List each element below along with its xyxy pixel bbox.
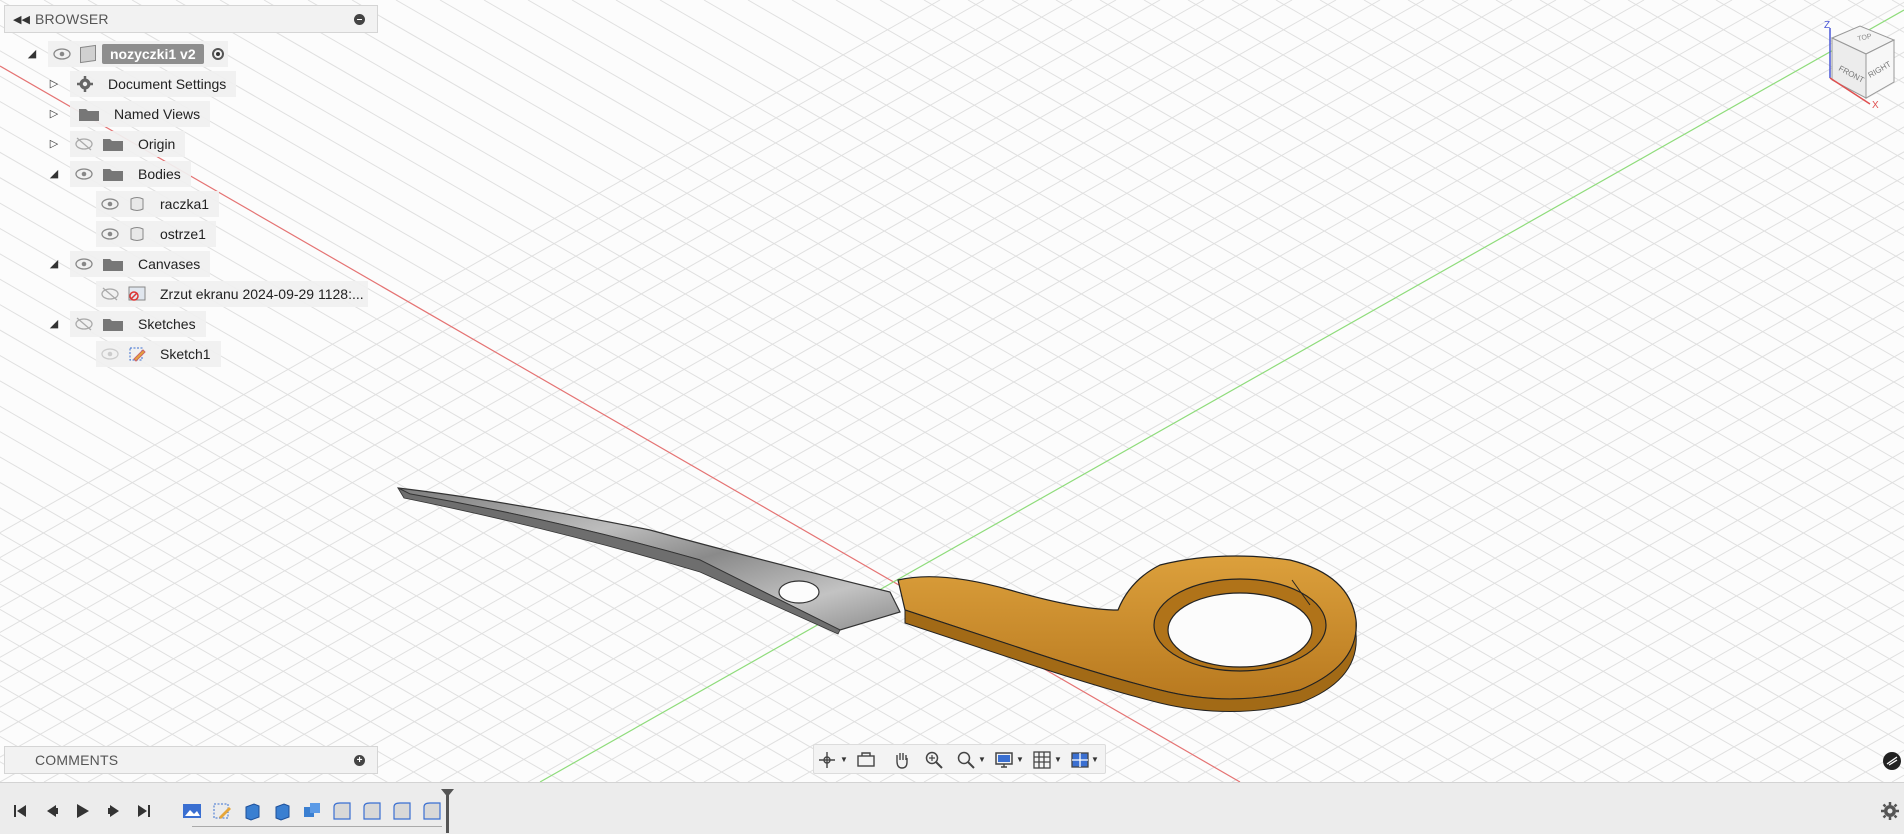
dropdown-arrow-icon[interactable]: ▼ — [1054, 755, 1062, 764]
comments-title: COMMENTS — [35, 752, 119, 768]
browser-title: BROWSER — [35, 11, 109, 27]
gear-icon — [77, 76, 93, 92]
view-cube[interactable]: TOP FRONT RIGHT Z X — [1808, 18, 1898, 108]
zoom-icon[interactable] — [924, 750, 944, 770]
navigation-toolbar: ▼ ▼ ▼ ▼ ▼ — [813, 744, 1106, 774]
eye-hidden-icon[interactable] — [74, 137, 94, 151]
sketch-icon — [129, 347, 146, 362]
expanded-triangle-icon[interactable]: ◢ — [26, 48, 38, 60]
ground-grid — [0, 0, 1904, 782]
add-comment-icon[interactable]: + — [354, 755, 365, 766]
folder-icon — [103, 319, 123, 331]
eye-icon[interactable] — [74, 167, 94, 181]
body-icon — [130, 197, 144, 211]
root-component-icon — [80, 44, 96, 64]
display-settings-icon[interactable] — [1883, 752, 1901, 770]
tree-item-named-views[interactable]: ▷ Named Views — [48, 101, 211, 127]
fillet-feature-icon[interactable] — [332, 801, 352, 821]
tree-item-canvas-image[interactable]: Zrzut ekranu 2024-09-29 1128:... — [96, 281, 368, 307]
expanded-triangle-icon[interactable]: ◢ — [48, 258, 60, 270]
sketch-feature-icon[interactable] — [212, 801, 232, 821]
step-back-icon[interactable] — [44, 803, 60, 819]
fillet-feature-icon[interactable] — [362, 801, 382, 821]
go-to-end-icon[interactable] — [136, 803, 152, 819]
tree-item-label: raczka1 — [160, 196, 210, 212]
go-to-start-icon[interactable] — [12, 803, 28, 819]
dropdown-arrow-icon[interactable]: ▼ — [840, 755, 848, 764]
tree-item-raczka1[interactable]: raczka1 — [96, 191, 220, 217]
expanded-triangle-icon[interactable]: ◢ — [48, 168, 60, 180]
x-axis-label: X — [1872, 100, 1879, 108]
timeline-bar — [0, 782, 1904, 834]
tree-item-label: Canvases — [138, 256, 201, 272]
fillet-feature-icon[interactable] — [392, 801, 412, 821]
combine-feature-icon[interactable] — [302, 801, 322, 821]
dropdown-arrow-icon[interactable]: ▼ — [1016, 755, 1024, 764]
tree-item-label: Sketch1 — [160, 346, 211, 362]
tree-item-label: Document Settings — [108, 76, 227, 92]
tree-item-label: Named Views — [114, 106, 201, 122]
viewports-icon[interactable] — [1070, 750, 1090, 770]
collapsed-triangle-icon[interactable]: ▷ — [48, 108, 60, 120]
timeline-track — [192, 826, 442, 827]
folder-icon — [79, 109, 99, 121]
folder-icon — [103, 139, 123, 151]
collapse-panel-icon[interactable]: ◀◀ — [13, 13, 30, 26]
eye-icon[interactable] — [100, 197, 120, 211]
timeline-settings-gear-icon[interactable] — [1880, 801, 1900, 821]
canvas-feature-icon[interactable] — [182, 801, 202, 821]
orbit-icon[interactable] — [818, 750, 838, 770]
blade-body[interactable] — [396, 487, 901, 635]
folder-icon — [103, 259, 123, 271]
step-forward-icon[interactable] — [106, 803, 122, 819]
root-component-label[interactable]: nozyczki1 v2 — [102, 44, 204, 64]
tree-item-sketches[interactable]: ◢ Sketches — [48, 311, 206, 337]
eye-icon[interactable] — [52, 47, 72, 61]
tree-item-document-settings[interactable]: ▷ Document Settings — [48, 71, 237, 97]
tree-item-bodies[interactable]: ◢ Bodies — [48, 161, 191, 187]
canvas-image-icon — [128, 286, 146, 301]
tree-item-ostrze1[interactable]: ostrze1 — [96, 221, 216, 247]
dropdown-arrow-icon[interactable]: ▼ — [1091, 755, 1099, 764]
pan-hand-icon[interactable] — [892, 750, 912, 770]
eye-hidden-icon[interactable] — [74, 317, 94, 331]
tree-item-label: ostrze1 — [160, 226, 206, 242]
play-icon[interactable] — [74, 803, 90, 819]
browser-panel-header[interactable]: ◀◀ BROWSER – — [4, 5, 378, 33]
eye-icon[interactable] — [74, 257, 94, 271]
eye-icon[interactable] — [100, 227, 120, 241]
dropdown-arrow-icon[interactable]: ▼ — [978, 755, 986, 764]
extrude-feature-icon[interactable] — [242, 801, 262, 821]
collapsed-triangle-icon[interactable]: ▷ — [48, 138, 60, 150]
look-at-icon[interactable] — [856, 750, 876, 770]
timeline-marker[interactable] — [441, 789, 454, 833]
folder-icon — [103, 169, 123, 181]
eye-icon[interactable] — [100, 347, 120, 361]
eye-hidden-icon[interactable] — [100, 287, 120, 301]
fit-zoom-icon[interactable] — [956, 750, 976, 770]
comments-panel-header[interactable]: COMMENTS + — [4, 746, 378, 774]
handle-body[interactable] — [897, 555, 1357, 712]
z-axis-label: Z — [1824, 20, 1830, 31]
activate-radio-icon[interactable] — [211, 48, 224, 60]
expanded-triangle-icon[interactable]: ◢ — [48, 318, 60, 330]
tree-item-origin[interactable]: ▷ Origin — [48, 131, 186, 157]
tree-item-label: Bodies — [138, 166, 181, 182]
panel-minimize-icon[interactable]: – — [354, 14, 365, 25]
extrude-feature-icon[interactable] — [272, 801, 292, 821]
tree-item-label: Zrzut ekranu 2024-09-29 1128:... — [160, 286, 364, 302]
grid-settings-icon[interactable] — [1032, 750, 1052, 770]
tree-item-label: Sketches — [138, 316, 196, 332]
collapsed-triangle-icon[interactable]: ▷ — [48, 78, 60, 90]
tree-root[interactable]: ◢ nozyczki1 v2 — [26, 41, 228, 67]
tree-item-label: Origin — [138, 136, 176, 152]
canvas-scene — [0, 0, 1904, 782]
fillet-feature-icon[interactable] — [422, 801, 442, 821]
tree-item-canvases[interactable]: ◢ Canvases — [48, 251, 211, 277]
body-icon — [130, 227, 144, 241]
3d-viewport[interactable]: TOP FRONT RIGHT Z X — [0, 0, 1904, 782]
tree-item-sketch1[interactable]: Sketch1 — [96, 341, 221, 367]
display-settings-icon[interactable] — [994, 750, 1014, 770]
